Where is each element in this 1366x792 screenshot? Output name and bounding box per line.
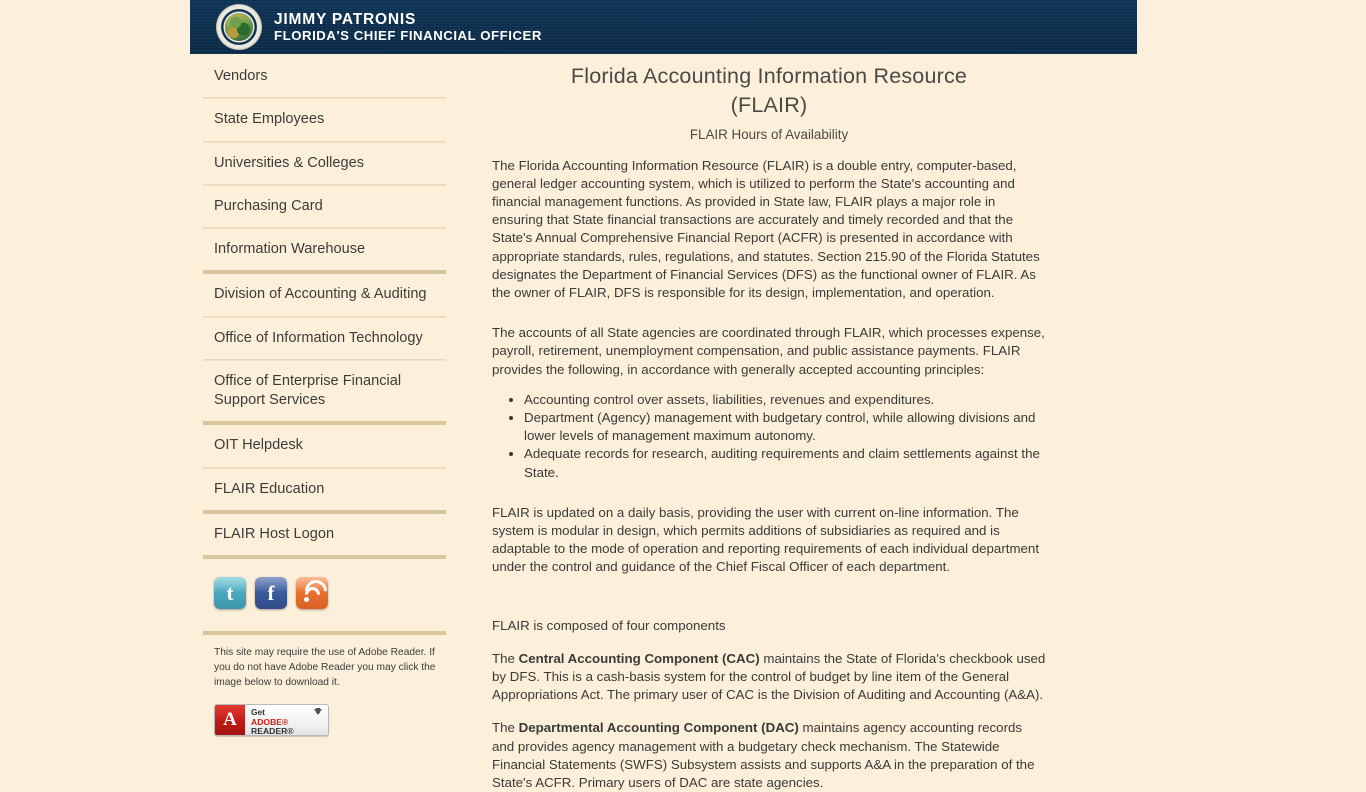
- cac-prefix: The: [492, 650, 519, 666]
- page-title-line1: Florida Accounting Information Resource: [570, 64, 968, 88]
- florida-state-seal-icon: [216, 4, 262, 50]
- main-content: Florida Accounting Information Resource …: [492, 62, 1046, 792]
- download-arrow-icon: [314, 708, 322, 716]
- components-intro: FLAIR is composed of four components: [492, 617, 726, 633]
- dac-prefix: The: [492, 720, 519, 736]
- adobe-acrobat-icon: A: [215, 705, 245, 736]
- twitter-icon[interactable]: t: [214, 577, 246, 609]
- adobe-product-text: READER®: [251, 726, 294, 737]
- facebook-glyph: f: [267, 580, 275, 605]
- dac-term: Departmental Accounting Component (DAC): [518, 720, 799, 736]
- cac-term: Central Accounting Component (CAC): [518, 650, 760, 666]
- get-adobe-reader-button[interactable]: A Get ADOBE® READER®: [214, 704, 329, 737]
- officer-title: FLORIDA'S CHIEF FINANCIAL OFFICER: [274, 28, 542, 44]
- sidebar-item-universities-colleges[interactable]: Universities & Colleges: [203, 143, 446, 184]
- adobe-reader-block: This site may require the use of Adobe R…: [203, 635, 446, 737]
- flair-provides-list: Accounting control over assets, liabilit…: [492, 379, 1046, 482]
- adobe-reader-note: This site may require the use of Adobe R…: [214, 647, 436, 689]
- sidebar-item-office-of-enterprise-financial-support-services[interactable]: Office of Enterprise Financial Support S…: [203, 361, 446, 422]
- list-item: Department (Agency) management with budg…: [524, 409, 1046, 445]
- list-item: Adequate records for research, auditing …: [524, 445, 1046, 481]
- sidebar-navigation: Vendors State Employees Universities & C…: [203, 56, 446, 737]
- adobe-button-product-text: ADOBE® READER®: [251, 716, 328, 737]
- header-text-block: JIMMY PATRONIS FLORIDA'S CHIEF FINANCIAL…: [274, 11, 542, 44]
- facebook-icon[interactable]: f: [255, 577, 287, 609]
- paragraph-cac: The Central Accounting Component (CAC) m…: [492, 635, 1046, 705]
- flair-hours-link[interactable]: FLAIR Hours of Availability: [492, 127, 1046, 142]
- twitter-glyph: t: [226, 580, 234, 605]
- site-header-banner: JIMMY PATRONIS FLORIDA'S CHIEF FINANCIAL…: [190, 0, 1137, 54]
- social-links: t f: [203, 559, 446, 609]
- list-item: Accounting control over assets, liabilit…: [524, 391, 1046, 409]
- sidebar-item-oit-helpdesk[interactable]: OIT Helpdesk: [203, 425, 446, 466]
- header-branding: JIMMY PATRONIS FLORIDA'S CHIEF FINANCIAL…: [216, 4, 542, 50]
- rss-icon[interactable]: [296, 577, 328, 609]
- officer-name: JIMMY PATRONIS: [274, 10, 417, 28]
- sidebar-item-division-of-accounting-auditing[interactable]: Division of Accounting & Auditing: [203, 274, 446, 315]
- paragraph-daily-updates: FLAIR is updated on a daily basis, provi…: [492, 504, 1040, 575]
- sidebar-item-purchasing-card[interactable]: Purchasing Card: [203, 186, 446, 227]
- page-title: Florida Accounting Information Resource …: [492, 62, 1046, 120]
- adobe-button-label: Get ADOBE® READER®: [245, 705, 328, 735]
- paragraph-overview: The Florida Accounting Information Resou…: [492, 157, 1040, 301]
- page-title-line2: (FLAIR): [730, 92, 808, 117]
- paragraph-accounts: The accounts of all State agencies are c…: [492, 325, 1045, 377]
- adobe-brand-text: ADOBE®: [251, 716, 289, 727]
- sidebar-item-flair-host-logon[interactable]: FLAIR Host Logon: [203, 514, 446, 555]
- sidebar-item-vendors[interactable]: Vendors: [203, 56, 446, 97]
- paragraph-dac: The Departmental Accounting Component (D…: [492, 704, 1046, 792]
- sidebar-item-information-warehouse[interactable]: Information Warehouse: [203, 229, 446, 270]
- sidebar-item-state-employees[interactable]: State Employees: [203, 99, 446, 140]
- sidebar-item-flair-education[interactable]: FLAIR Education: [203, 469, 446, 510]
- sidebar-item-office-of-information-technology[interactable]: Office of Information Technology: [203, 318, 446, 359]
